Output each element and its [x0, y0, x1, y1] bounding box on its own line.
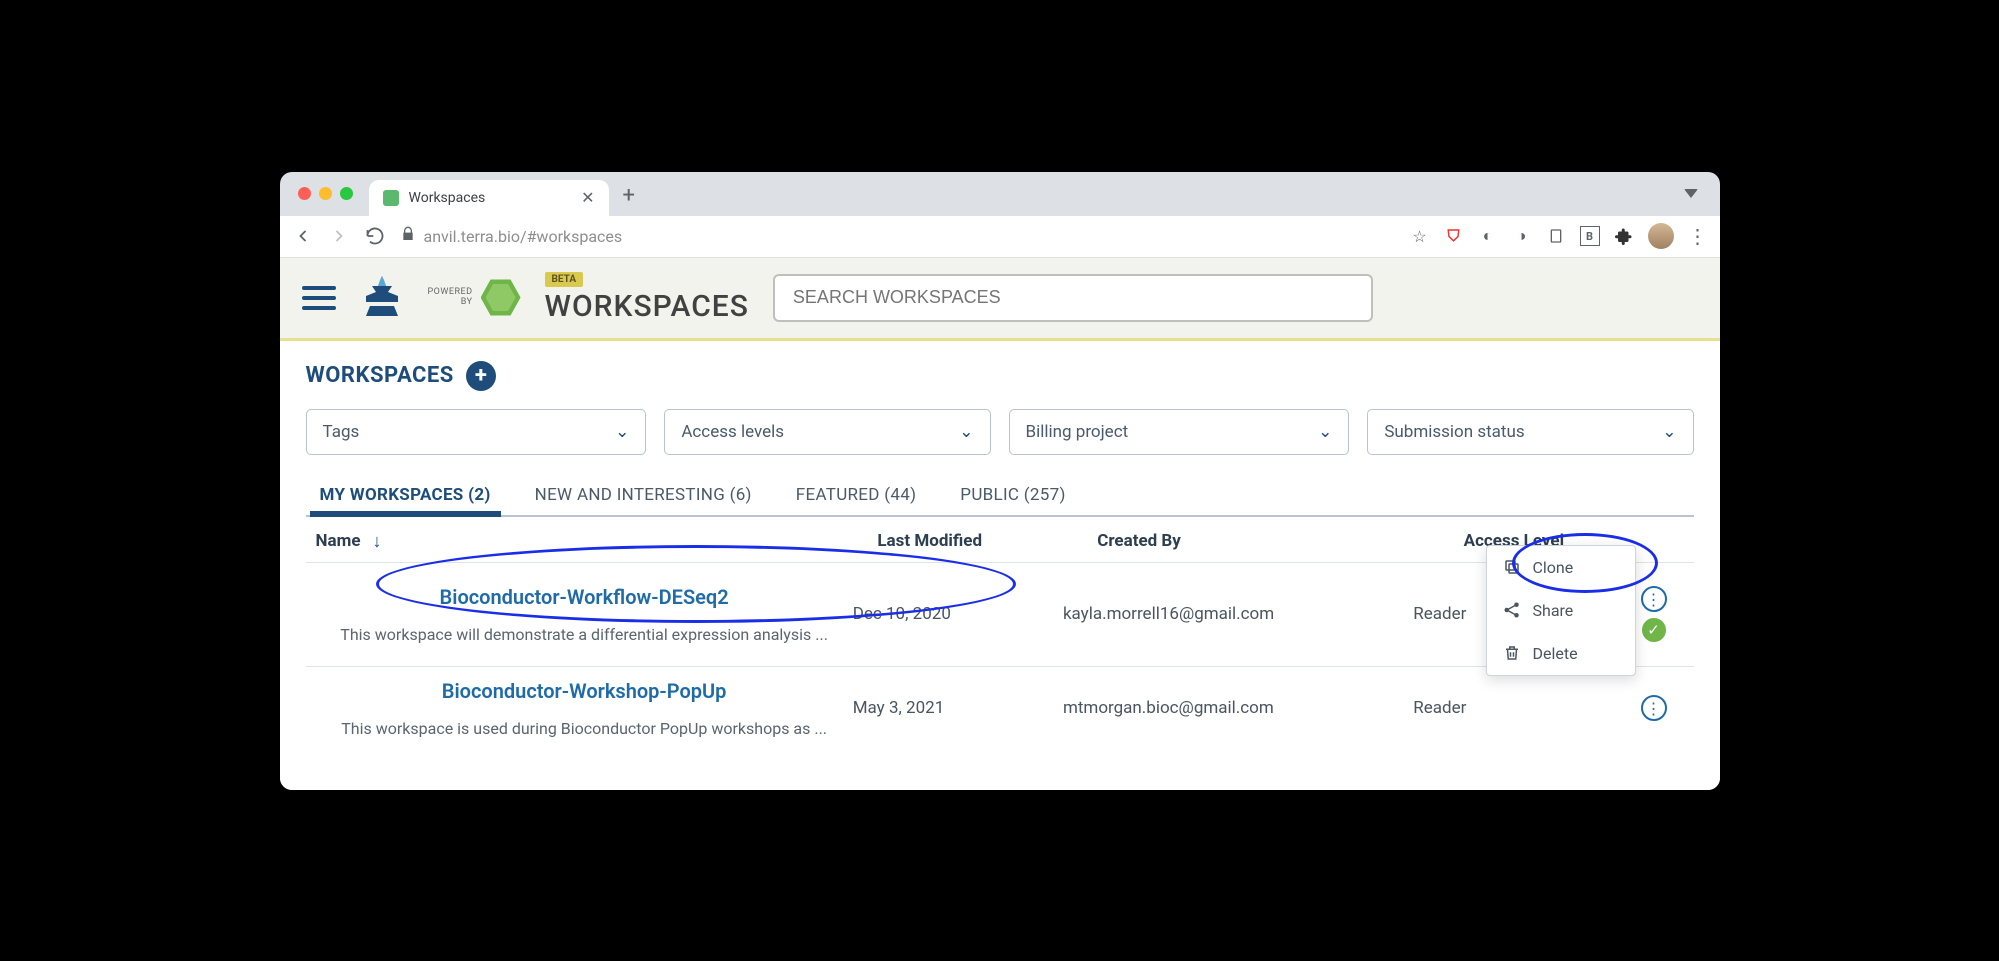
- lock-icon: [400, 226, 416, 246]
- clone-button[interactable]: Clone: [1487, 546, 1635, 589]
- created-by: mtmorgan.bioc@gmail.com: [1063, 698, 1413, 718]
- billing-project-filter[interactable]: Billing project⌄: [1009, 409, 1350, 455]
- powered-by-terra: POWERED BY: [428, 278, 521, 318]
- terra-favicon-icon: [383, 190, 399, 206]
- submission-status-filter[interactable]: Submission status⌄: [1367, 409, 1693, 455]
- chevron-down-icon: ⌄: [1662, 422, 1676, 442]
- workspace-description: This workspace will demonstrate a differ…: [340, 625, 828, 644]
- doc-icon[interactable]: [1546, 226, 1566, 246]
- workspace-description: This workspace is used during Bioconduct…: [341, 719, 827, 738]
- copy-icon: [1503, 558, 1521, 576]
- bold-icon[interactable]: B: [1580, 226, 1600, 246]
- tab-featured[interactable]: FEATURED (44): [792, 477, 921, 515]
- url-text: anvil.terra.bio/#workspaces: [424, 227, 623, 246]
- workspace-link[interactable]: Bioconductor-Workflow-DESeq2: [440, 585, 729, 609]
- workspace-link[interactable]: Bioconductor-Workshop-PopUp: [442, 679, 727, 703]
- tabs-overflow-icon[interactable]: [1684, 189, 1698, 198]
- tab-new-interesting[interactable]: NEW AND INTERESTING (6): [531, 477, 756, 515]
- share-icon: [1503, 601, 1521, 619]
- anvil-icon: [360, 274, 404, 322]
- table-row: Bioconductor-Workflow-DESeq2 This worksp…: [306, 562, 1694, 666]
- ublock-icon[interactable]: ⛉: [1444, 226, 1464, 246]
- browser-tab[interactable]: Workspaces ✕: [369, 180, 609, 216]
- page-title-wrap: BETA WORKSPACES: [545, 272, 749, 324]
- search-input[interactable]: [773, 274, 1373, 322]
- app-header: POWERED BY BETA WORKSPACES: [280, 258, 1720, 341]
- extension-icon-2[interactable]: ◑: [1512, 226, 1532, 246]
- minimize-window-icon[interactable]: [319, 187, 332, 200]
- beta-badge: BETA: [545, 272, 584, 287]
- section-header: WORKSPACES +: [306, 361, 1694, 391]
- col-name[interactable]: Name: [316, 531, 361, 551]
- star-icon[interactable]: ☆: [1410, 226, 1430, 246]
- profile-avatar[interactable]: [1648, 223, 1674, 249]
- chrome-menu-icon[interactable]: ⋮: [1688, 224, 1708, 248]
- col-modified[interactable]: Last Modified: [877, 531, 1097, 552]
- table-row: Bioconductor-Workshop-PopUp This workspa…: [306, 666, 1694, 750]
- tab-public[interactable]: PUBLIC (257): [956, 477, 1069, 515]
- maximize-window-icon[interactable]: [340, 187, 353, 200]
- access-level: Reader: [1413, 698, 1623, 718]
- menu-button[interactable]: [302, 286, 336, 310]
- chevron-down-icon: ⌄: [1318, 422, 1332, 442]
- modified-date: Dec 10, 2020: [853, 604, 1063, 624]
- trash-icon: [1503, 644, 1521, 662]
- filters-row: Tags⌄ Access levels⌄ Billing project⌄ Su…: [306, 409, 1694, 455]
- extensions-puzzle-icon[interactable]: [1614, 226, 1634, 246]
- tabs-row: MY WORKSPACES (2) NEW AND INTERESTING (6…: [306, 477, 1694, 517]
- section-heading: WORKSPACES: [306, 363, 454, 388]
- close-window-icon[interactable]: [298, 187, 311, 200]
- anvil-logo[interactable]: [360, 274, 404, 322]
- browser-tabbar: Workspaces ✕ +: [280, 172, 1720, 216]
- reload-button[interactable]: [364, 226, 386, 246]
- row-action-menu: Clone Share Delete: [1486, 545, 1636, 676]
- add-workspace-button[interactable]: +: [466, 361, 496, 391]
- share-button[interactable]: Share: [1487, 589, 1635, 632]
- browser-window: Workspaces ✕ + anvil.terra.bio/#workspac…: [280, 172, 1720, 790]
- new-tab-button[interactable]: +: [623, 183, 635, 208]
- close-tab-icon[interactable]: ✕: [581, 188, 594, 207]
- browser-address-bar: anvil.terra.bio/#workspaces ☆ ⛉ ◐ ◑ B ⋮: [280, 216, 1720, 258]
- modified-date: May 3, 2021: [853, 698, 1063, 718]
- created-by: kayla.morrell16@gmail.com: [1063, 604, 1413, 624]
- tags-filter[interactable]: Tags⌄: [306, 409, 647, 455]
- chevron-down-icon: ⌄: [959, 422, 973, 442]
- main-content: WORKSPACES + Tags⌄ Access levels⌄ Billin…: [280, 341, 1720, 790]
- window-controls: [298, 187, 353, 200]
- row-menu-button[interactable]: ⋮: [1641, 695, 1667, 721]
- delete-button[interactable]: Delete: [1487, 632, 1635, 675]
- page-title: WORKSPACES: [545, 289, 749, 324]
- tab-my-workspaces[interactable]: MY WORKSPACES (2): [316, 477, 495, 515]
- terra-logo-icon: [481, 278, 521, 318]
- extension-icon[interactable]: ◐: [1478, 226, 1498, 246]
- col-created-by[interactable]: Created By: [1097, 531, 1463, 552]
- url-bar[interactable]: anvil.terra.bio/#workspaces: [400, 226, 1396, 246]
- status-ok-icon: ✓: [1642, 618, 1666, 642]
- chevron-down-icon: ⌄: [615, 422, 629, 442]
- access-level-filter[interactable]: Access levels⌄: [664, 409, 990, 455]
- tab-title: Workspaces: [409, 190, 572, 206]
- by-label: BY: [461, 298, 473, 308]
- browser-extensions: ☆ ⛉ ◐ ◑ B ⋮: [1410, 223, 1708, 249]
- forward-button[interactable]: [328, 226, 350, 246]
- sort-down-icon[interactable]: ↓: [373, 531, 382, 552]
- back-button[interactable]: [292, 226, 314, 246]
- row-menu-button[interactable]: ⋮: [1641, 586, 1667, 612]
